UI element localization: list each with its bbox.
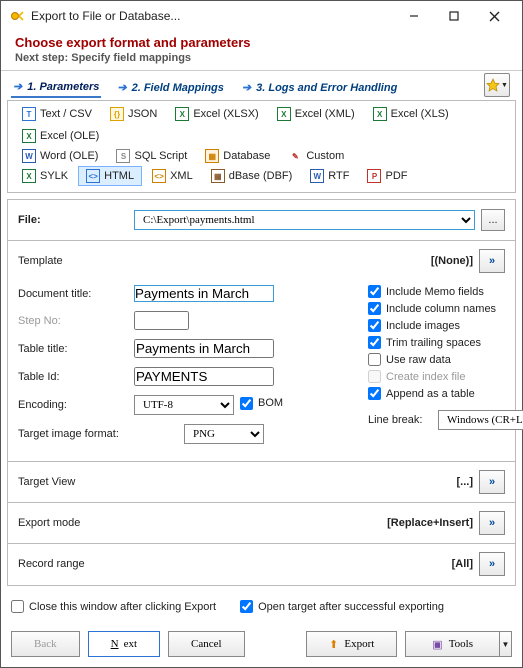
- chk-raw[interactable]: [368, 353, 381, 366]
- chk-cols[interactable]: [368, 302, 381, 315]
- favorite-button[interactable]: ▼: [484, 73, 510, 97]
- doctitle-input[interactable]: [134, 285, 274, 302]
- encoding-select[interactable]: UTF-8: [134, 395, 234, 415]
- record-range-value: [All]: [452, 558, 473, 570]
- format-excel-ole[interactable]: XExcel (OLE): [14, 126, 107, 146]
- format-custom[interactable]: ✎Custom: [280, 146, 352, 166]
- bom-checkbox[interactable]: [240, 397, 253, 410]
- format-dbf[interactable]: ▦dBase (DBF): [203, 166, 301, 186]
- file-input[interactable]: C:\Export\payments.html: [134, 210, 475, 230]
- format-rtf[interactable]: WRTF: [302, 166, 357, 186]
- format-json[interactable]: {}JSON: [102, 104, 165, 124]
- export-icon: ⬆: [329, 638, 338, 651]
- export-mode-label: Export mode: [18, 517, 387, 529]
- imgfmt-label: Target image format:: [18, 428, 178, 440]
- cancel-button[interactable]: Cancel: [168, 631, 245, 657]
- linebreak-select[interactable]: Windows (CR+LF): [438, 410, 523, 430]
- wizard-tabs: ➔1. Parameters ➔2. Field Mappings ➔3. Lo…: [1, 71, 522, 98]
- target-view-value: [...]: [457, 476, 474, 488]
- tab-logs[interactable]: ➔3. Logs and Error Handling: [240, 77, 399, 98]
- next-button[interactable]: Next: [88, 631, 160, 657]
- record-range-label: Record range: [18, 558, 452, 570]
- chk-idx: [368, 370, 381, 383]
- tableid-input[interactable]: [134, 367, 274, 386]
- target-view-label: Target View: [18, 476, 457, 488]
- format-sql[interactable]: SSQL Script: [108, 146, 195, 166]
- template-expand[interactable]: »: [479, 249, 505, 273]
- tabletitle-label: Table title:: [18, 343, 128, 355]
- format-csv[interactable]: TText / CSV: [14, 104, 100, 124]
- doctitle-label: Document title:: [18, 288, 128, 300]
- tab-field-mappings[interactable]: ➔2. Field Mappings: [115, 77, 226, 98]
- template-value: [(None)]: [431, 255, 473, 267]
- encoding-label: Encoding:: [18, 399, 128, 411]
- chk-memo[interactable]: [368, 285, 381, 298]
- chk-open-after[interactable]: [240, 600, 253, 613]
- tableid-label: Table Id:: [18, 371, 128, 383]
- format-sylk[interactable]: XSYLK: [14, 166, 76, 186]
- tab-parameters[interactable]: ➔1. Parameters: [11, 77, 101, 98]
- template-label: Template: [18, 255, 431, 267]
- format-word[interactable]: WWord (OLE): [14, 146, 106, 166]
- export-mode-expand[interactable]: »: [479, 511, 505, 535]
- close-button[interactable]: [474, 2, 514, 30]
- browse-button[interactable]: ...: [481, 209, 505, 231]
- window-title: Export to File or Database...: [31, 9, 394, 23]
- file-label: File:: [18, 214, 128, 226]
- linebreak-label: Line break:: [368, 414, 432, 426]
- tools-dropdown[interactable]: ▼: [500, 631, 512, 657]
- format-xml[interactable]: <>XML: [144, 166, 201, 186]
- stepno-label: Step No:: [18, 315, 128, 327]
- page-subtitle: Next step: Specify field mappings: [15, 52, 508, 64]
- format-xls[interactable]: XExcel (XLS): [365, 104, 457, 124]
- imgfmt-select[interactable]: PNG: [184, 424, 264, 444]
- title-bar: Export to File or Database...: [1, 1, 522, 31]
- chk-append[interactable]: [368, 387, 381, 400]
- back-button[interactable]: Back: [11, 631, 80, 657]
- stepno-input[interactable]: [134, 311, 189, 330]
- export-button[interactable]: ⬆Export: [306, 631, 397, 657]
- record-range-expand[interactable]: »: [479, 552, 505, 576]
- format-database[interactable]: ▦Database: [197, 146, 278, 166]
- page-title: Choose export format and parameters: [15, 35, 508, 50]
- minimize-button[interactable]: [394, 2, 434, 30]
- format-excel-xml[interactable]: XExcel (XML): [269, 104, 363, 124]
- chk-trim[interactable]: [368, 336, 381, 349]
- maximize-button[interactable]: [434, 2, 474, 30]
- format-selector: TText / CSV {}JSON XExcel (XLSX) XExcel …: [7, 100, 516, 193]
- target-view-expand[interactable]: »: [479, 470, 505, 494]
- export-mode-value: [Replace+Insert]: [387, 517, 473, 529]
- app-icon: [9, 8, 25, 24]
- chk-close-after[interactable]: [11, 600, 24, 613]
- chk-imgs[interactable]: [368, 319, 381, 332]
- tools-button[interactable]: ▣Tools: [405, 631, 500, 657]
- format-html[interactable]: <>HTML: [78, 166, 142, 186]
- tabletitle-input[interactable]: [134, 339, 274, 358]
- format-xlsx[interactable]: XExcel (XLSX): [167, 104, 266, 124]
- format-pdf[interactable]: PPDF: [359, 166, 415, 186]
- toolbox-icon: ▣: [432, 638, 442, 651]
